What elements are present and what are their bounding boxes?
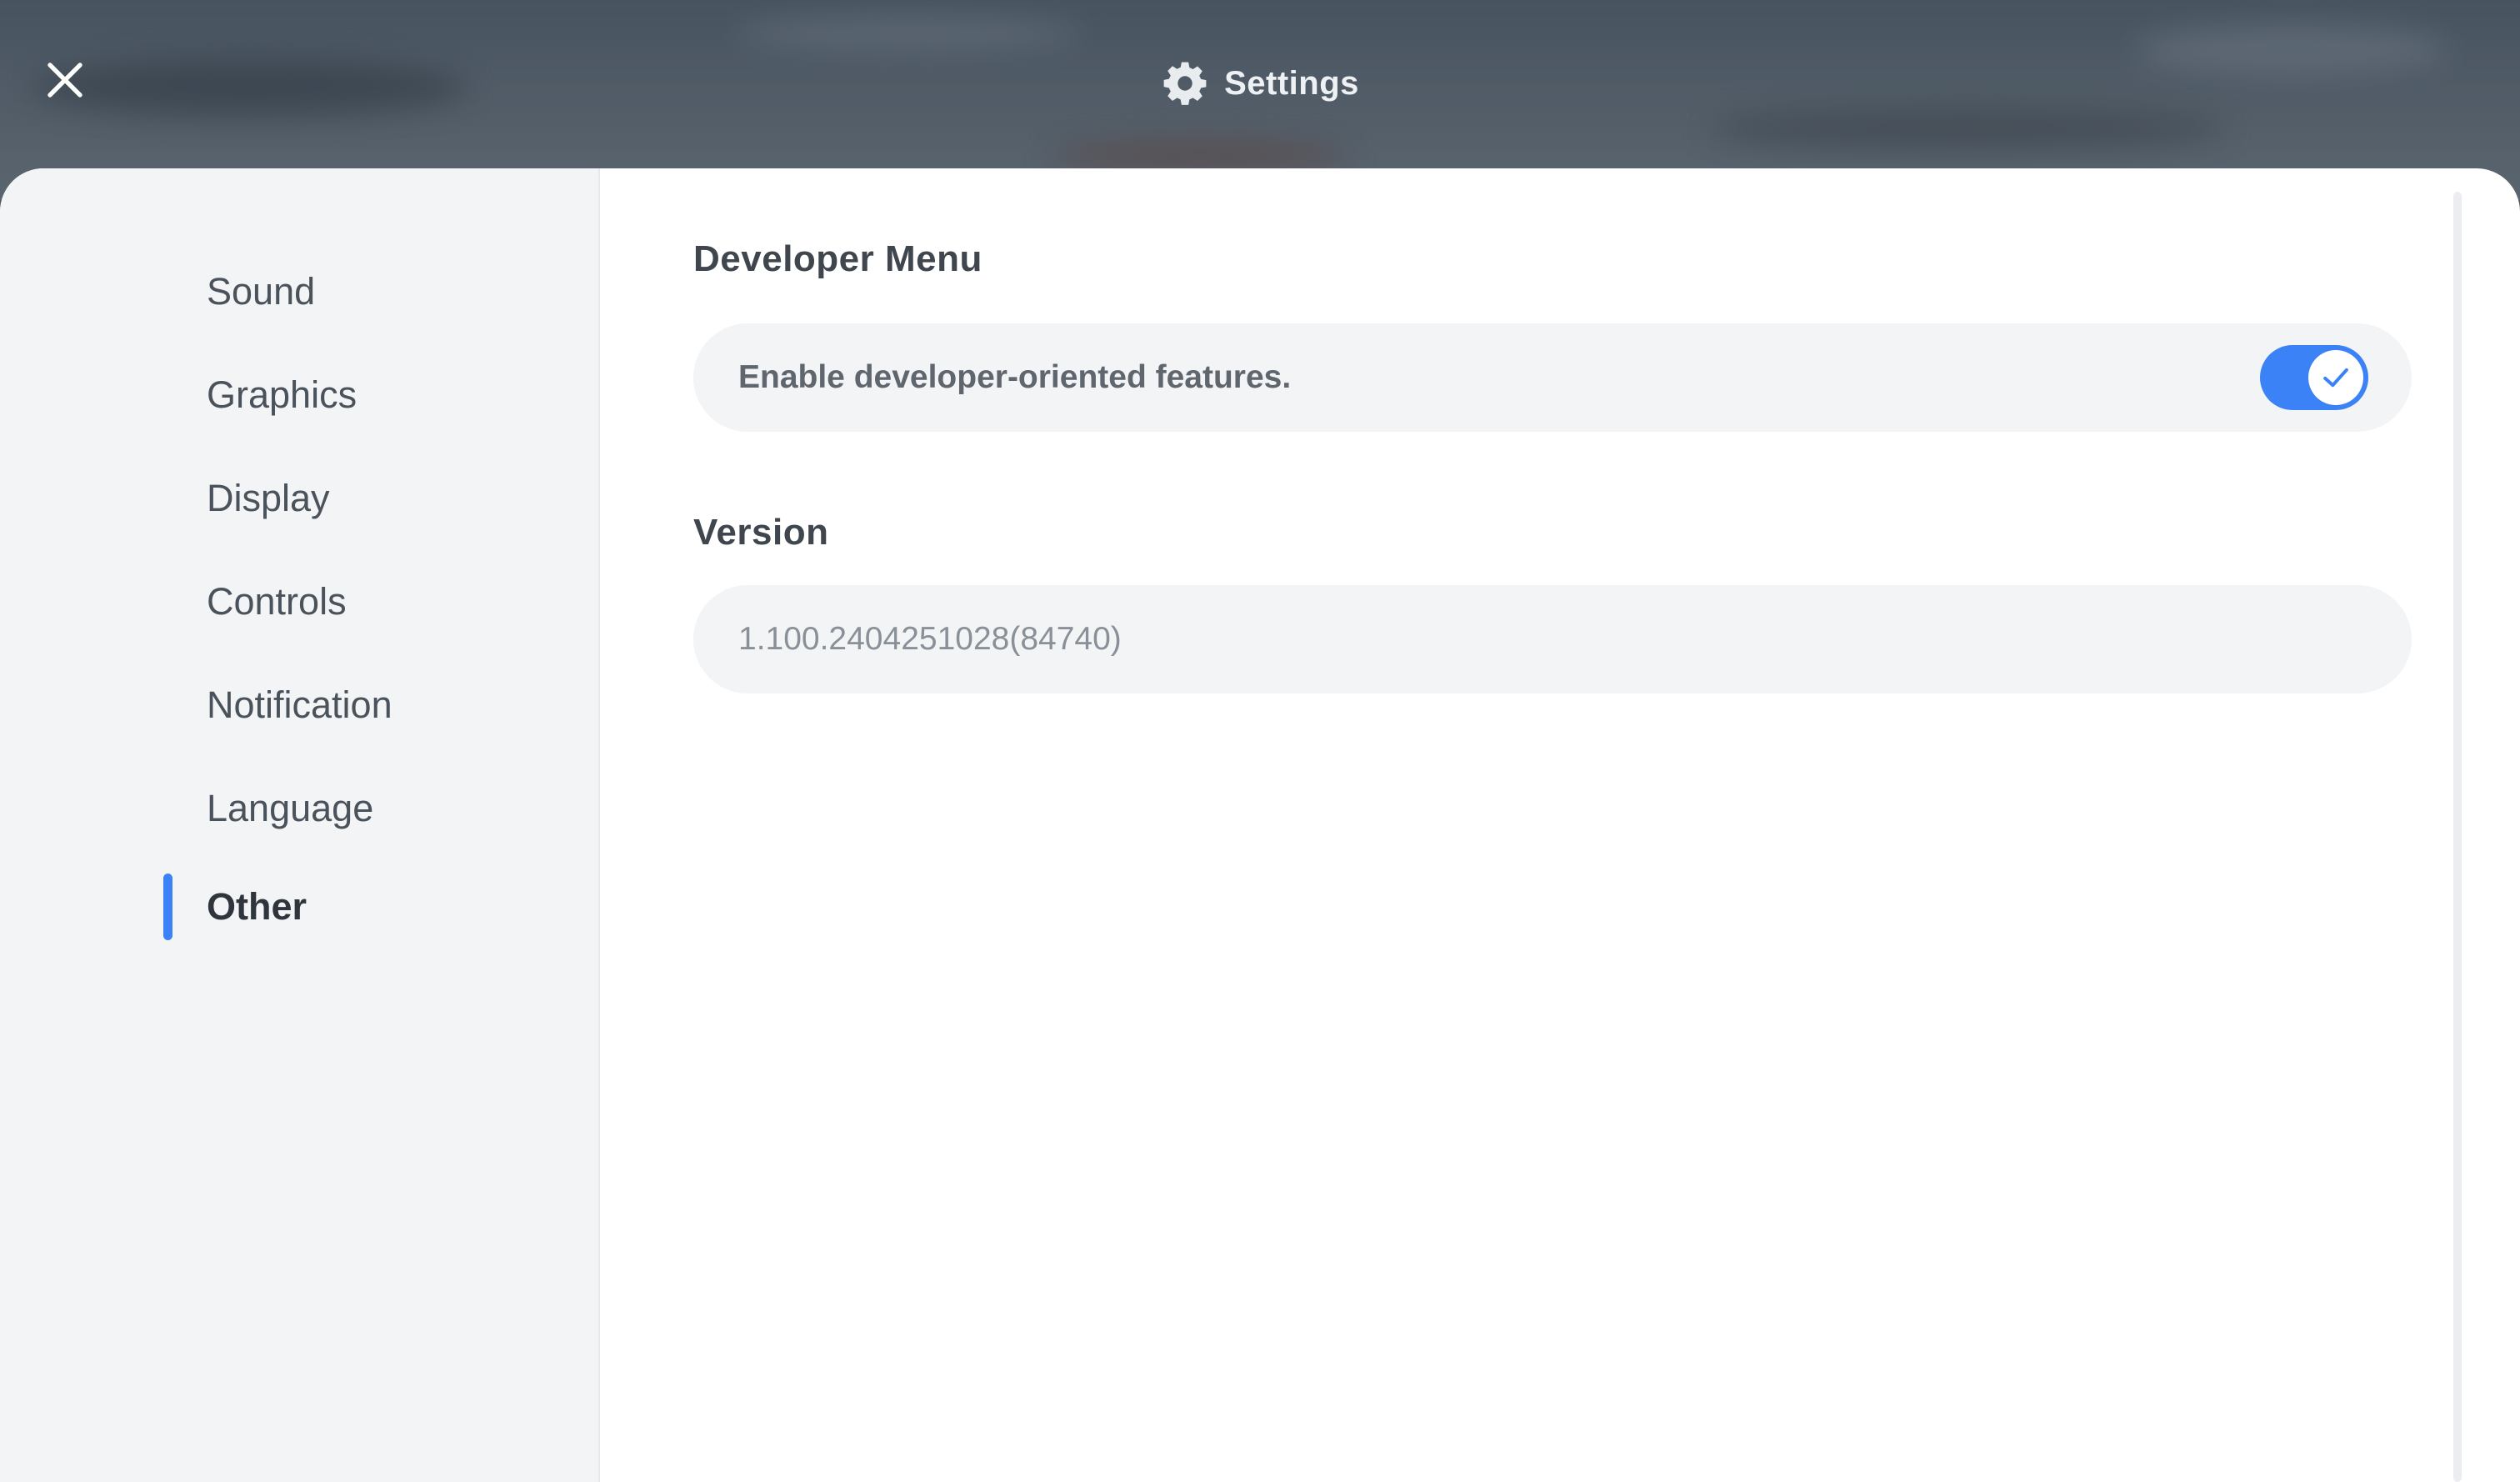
settings-sidebar: Sound Graphics Display Controls Notifica… (0, 168, 600, 1482)
content-scrollbar[interactable] (2453, 192, 2462, 1482)
developer-menu-toggle[interactable] (2260, 345, 2368, 410)
sidebar-item-language[interactable]: Language (207, 775, 373, 842)
sidebar-item-notification[interactable]: Notification (207, 672, 392, 738)
version-value: 1.100.2404251028(84740) (738, 621, 1122, 657)
gear-icon (1163, 62, 1207, 105)
settings-header: Settings (0, 0, 2520, 167)
developer-menu-row: Enable developer-oriented features. (693, 323, 2412, 432)
header-title: Settings (0, 52, 2520, 115)
sidebar-item-display[interactable]: Display (207, 465, 330, 532)
version-row: 1.100.2404251028(84740) (693, 585, 2412, 693)
sidebar-item-other[interactable]: Other (207, 874, 307, 940)
sidebar-item-controls[interactable]: Controls (207, 568, 347, 635)
settings-panel: Sound Graphics Display Controls Notifica… (0, 168, 2520, 1482)
active-indicator (163, 874, 172, 940)
page-title: Settings (1224, 64, 1359, 102)
developer-menu-description: Enable developer-oriented features. (738, 359, 1292, 395)
sidebar-item-sound[interactable]: Sound (207, 258, 315, 325)
settings-content: Developer Menu Enable developer-oriented… (600, 168, 2520, 1482)
developer-menu-title: Developer Menu (693, 238, 982, 279)
toggle-knob (2308, 350, 2363, 405)
version-title: Version (693, 512, 829, 553)
check-icon (2323, 368, 2348, 388)
sidebar-item-graphics[interactable]: Graphics (207, 362, 357, 428)
